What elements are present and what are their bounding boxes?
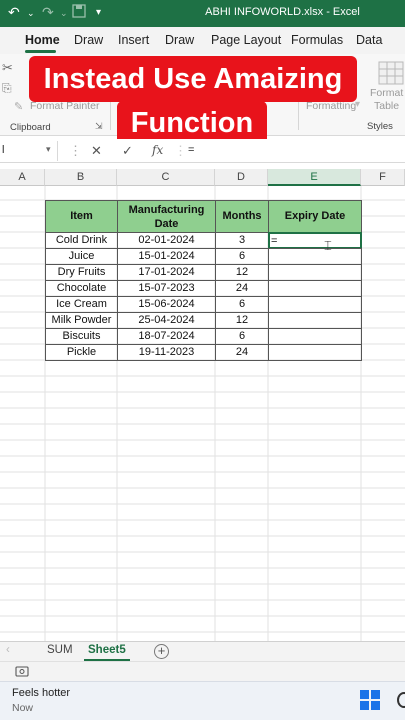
column-header-e[interactable]: E <box>268 169 361 186</box>
window-title: ABHI INFOWORLD.xlsx - Excel <box>0 6 405 18</box>
table-cell[interactable]: 24 <box>215 344 269 361</box>
table-cell[interactable]: Juice <box>45 248 118 265</box>
column-header-b[interactable]: B <box>45 169 117 186</box>
table-cell[interactable]: 12 <box>215 264 269 281</box>
cut-icon[interactable]: ✂ <box>2 60 13 76</box>
formula-bar: l ▾ ⋮ ✕ ✓ fx ⋮ = <box>0 139 405 163</box>
text-cursor-icon: ⌶ <box>324 238 332 253</box>
table-cell[interactable] <box>268 264 362 281</box>
column-header-c[interactable]: C <box>117 169 215 186</box>
sheet-tab-bar: ‹ SUM Sheet5 + <box>0 641 405 661</box>
windows-taskbar: Feels hotter Now <box>0 681 405 720</box>
clipboard-group-label: Clipboard <box>10 122 51 133</box>
search-icon[interactable] <box>397 692 405 708</box>
table-header-item[interactable]: Item <box>45 200 118 233</box>
column-header-f[interactable]: F <box>361 169 405 186</box>
chevron-down-icon[interactable]: ▾ <box>355 99 360 110</box>
tab-home[interactable]: Home <box>25 33 60 47</box>
ribbon-tabs: Home Draw Insert Draw Page Layout Formul… <box>0 27 405 54</box>
table-cell[interactable] <box>268 296 362 313</box>
table-cell[interactable]: Biscuits <box>45 328 118 345</box>
column-header-d[interactable]: D <box>215 169 268 186</box>
table-cell[interactable]: 17-01-2024 <box>117 264 216 281</box>
title-bar: ↶ ⌄ ↷ ⌄ ▾ ABHI INFOWORLD.xlsx - Excel <box>0 0 405 27</box>
table-cell[interactable] <box>268 248 362 265</box>
chevron-down-icon[interactable]: ▾ <box>46 144 51 155</box>
table-cell[interactable]: 02-01-2024 <box>117 232 216 249</box>
cancel-icon[interactable]: ✕ <box>91 143 102 159</box>
table-cell[interactable]: 6 <box>215 328 269 345</box>
tab-draw-2[interactable]: Draw <box>165 33 194 47</box>
table-cell[interactable]: Chocolate <box>45 280 118 297</box>
table-label[interactable]: Table <box>374 100 399 112</box>
table-header-manufacturing-date[interactable]: Manufacturing Date <box>117 200 216 233</box>
sheet-tab-sheet5[interactable]: Sheet5 <box>88 644 126 656</box>
table-cell[interactable]: 15-07-2023 <box>117 280 216 297</box>
app-name: Excel <box>332 6 360 18</box>
table-cell[interactable]: Cold Drink <box>45 232 118 249</box>
active-tab-indicator <box>25 50 56 53</box>
table-cell[interactable]: Ice Cream <box>45 296 118 313</box>
styles-group-label: Styles <box>367 121 393 132</box>
table-cell[interactable]: = <box>268 232 362 249</box>
enter-icon[interactable]: ✓ <box>122 143 133 159</box>
file-name: ABHI INFOWORLD.xlsx <box>205 6 324 18</box>
table-cell[interactable]: Milk Powder <box>45 312 118 329</box>
tab-page-layout[interactable]: Page Layout <box>211 33 281 47</box>
scroll-left-icon[interactable]: ‹ <box>6 644 10 656</box>
formula-input[interactable]: = <box>188 144 194 156</box>
table-cell[interactable]: 15-06-2024 <box>117 296 216 313</box>
table-cell[interactable] <box>268 344 362 361</box>
table-cell[interactable]: 6 <box>215 248 269 265</box>
windows-start-icon[interactable] <box>360 690 380 715</box>
name-box-value: l <box>2 144 5 156</box>
table-cell[interactable]: 25-04-2024 <box>117 312 216 329</box>
table-cell[interactable]: 6 <box>215 296 269 313</box>
column-header-a[interactable]: A <box>0 169 45 186</box>
table-cell[interactable]: 18-07-2024 <box>117 328 216 345</box>
table-header-months[interactable]: Months <box>215 200 269 233</box>
status-bar <box>0 661 405 681</box>
weather-widget-title[interactable]: Feels hotter <box>12 687 70 699</box>
table-cell[interactable]: 19-11-2023 <box>117 344 216 361</box>
sheet-tab-sum[interactable]: SUM <box>47 644 73 656</box>
tab-draw[interactable]: Draw <box>74 33 103 47</box>
table-header-expiry-date[interactable]: Expiry Date <box>268 200 362 233</box>
tab-insert[interactable]: Insert <box>118 33 149 47</box>
format-as-table-button[interactable]: Format A <box>370 87 405 99</box>
table-cell[interactable]: 24 <box>215 280 269 297</box>
paintbrush-icon[interactable]: ✎ <box>14 100 23 113</box>
more-options-icon: ⋮ <box>69 143 82 158</box>
table-cell[interactable]: 15-01-2024 <box>117 248 216 265</box>
table-cell[interactable] <box>268 280 362 297</box>
weather-widget-time[interactable]: Now <box>12 702 33 714</box>
table-cell[interactable]: Pickle <box>45 344 118 361</box>
copy-icon[interactable]: ⎘ <box>2 81 12 96</box>
excel-window: ↶ ⌄ ↷ ⌄ ▾ ABHI INFOWORLD.xlsx - Excel Ho… <box>0 0 405 720</box>
banner-headline: Instead Use Amaizing <box>29 56 357 102</box>
tab-formulas[interactable]: Formulas <box>291 33 343 47</box>
formula-bar-divider: ⋮ <box>174 143 187 158</box>
table-cell[interactable]: Dry Fruits <box>45 264 118 281</box>
title-separator: - <box>326 6 330 18</box>
format-as-table-icon[interactable] <box>378 61 404 88</box>
table-cell[interactable] <box>268 328 362 345</box>
tab-data[interactable]: Data <box>356 33 382 47</box>
table-cell[interactable]: 12 <box>215 312 269 329</box>
table-cell[interactable] <box>268 312 362 329</box>
add-sheet-button[interactable]: + <box>154 644 169 659</box>
insert-function-button[interactable]: fx <box>152 143 163 157</box>
table-cell[interactable]: 3 <box>215 232 269 249</box>
dialog-launcher-icon[interactable]: ⇲ <box>95 121 103 132</box>
name-box[interactable]: l ▾ <box>0 141 58 161</box>
